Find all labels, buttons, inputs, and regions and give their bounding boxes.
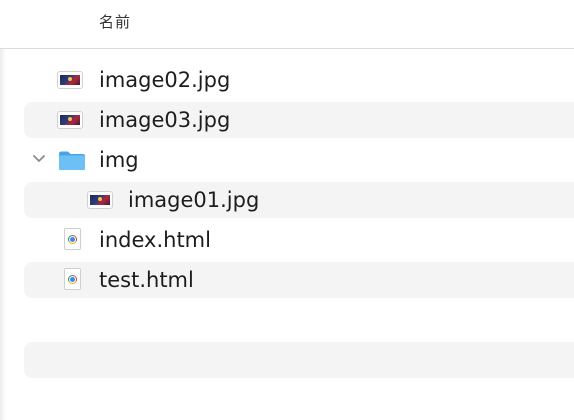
file-name: index.html xyxy=(99,228,211,252)
image-file-icon xyxy=(58,72,82,88)
folder-row-img[interactable]: img xyxy=(24,142,574,178)
file-row-image03[interactable]: image03.jpg xyxy=(24,102,574,138)
html-file-icon xyxy=(64,268,81,290)
file-name: test.html xyxy=(99,268,194,292)
empty-row xyxy=(24,302,574,338)
folder-name: img xyxy=(99,148,139,172)
file-row-image01[interactable]: image01.jpg xyxy=(24,182,574,218)
file-name: image02.jpg xyxy=(99,68,231,92)
file-row-test-html[interactable]: test.html xyxy=(24,262,574,298)
file-name: image01.jpg xyxy=(128,188,260,212)
file-row-image02[interactable]: image02.jpg xyxy=(24,62,574,98)
image-file-icon xyxy=(58,112,82,128)
html-file-icon xyxy=(64,228,81,250)
image-file-icon xyxy=(88,192,112,208)
column-header[interactable]: 名前 xyxy=(0,0,574,49)
empty-row xyxy=(24,342,574,378)
finder-list-view: 名前 image02.jpg image03.jpg img image01.j… xyxy=(0,0,574,420)
folder-icon xyxy=(59,151,85,170)
chevron-down-icon[interactable] xyxy=(32,152,46,166)
file-row-index-html[interactable]: index.html xyxy=(24,222,574,258)
window-edge xyxy=(0,0,6,420)
name-column-header[interactable]: 名前 xyxy=(99,11,131,32)
file-name: image03.jpg xyxy=(99,108,231,132)
